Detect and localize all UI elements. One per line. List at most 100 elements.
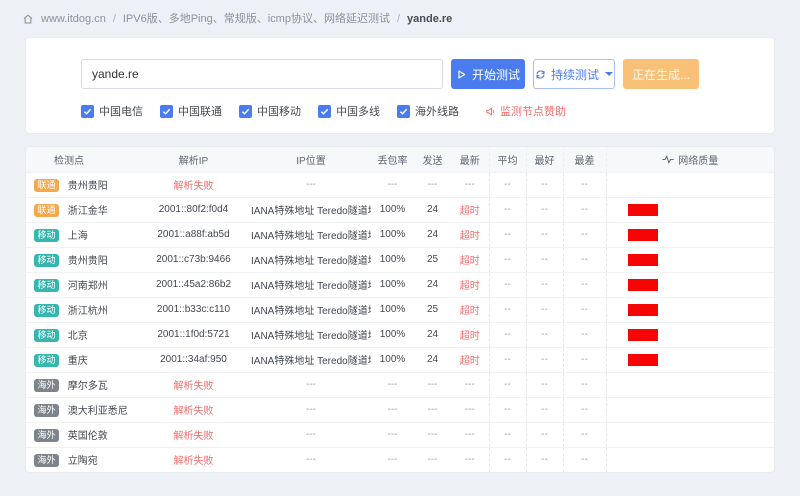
carrier-badge: 移动 [34, 279, 59, 292]
carrier-badge: 移动 [34, 254, 59, 267]
worst-value: -- [563, 197, 606, 222]
checkbox-china-unicom[interactable]: 中国联通 [160, 103, 222, 119]
worst-value: -- [563, 397, 606, 422]
ip-location: --- [251, 372, 371, 397]
resolved-ip: 2001::45a2:86b2 [136, 272, 251, 297]
loss-rate: 100% [371, 297, 414, 322]
best-value: -- [526, 447, 563, 472]
table-row: 联通 贵州贵阳 解析失败 --- --- --- --- -- -- -- [26, 172, 774, 197]
avg-value: -- [489, 247, 526, 272]
ip-location: IANA特殊地址 Teredo隧道地址 [251, 347, 371, 372]
worst-value: -- [563, 172, 606, 197]
checkbox-checked-icon [160, 105, 173, 118]
sent-count: 24 [414, 347, 451, 372]
resolved-ip: 2001::1f0d:5721 [136, 322, 251, 347]
avg-value: -- [489, 172, 526, 197]
avg-value: -- [489, 447, 526, 472]
table-row: 海外 英国伦敦 解析失败 --- --- --- --- -- -- -- [26, 422, 774, 447]
generating-button: 正在生成... [623, 59, 699, 89]
best-value: -- [526, 247, 563, 272]
megaphone-icon [485, 106, 496, 117]
latest-value: --- [451, 397, 489, 422]
checkbox-label: 中国联通 [178, 103, 222, 119]
checkbox-checked-icon [397, 105, 410, 118]
latest-value: --- [451, 372, 489, 397]
breadcrumb-site-link[interactable]: www.itdog.cn [41, 12, 106, 26]
ip-location: --- [251, 447, 371, 472]
avg-value: -- [489, 347, 526, 372]
latest-value: 超时 [451, 272, 489, 297]
checkbox-china-telecom[interactable]: 中国电信 [81, 103, 143, 119]
header-best: 最好 [526, 147, 563, 172]
ip-location: IANA特殊地址 Teredo隧道地址 [251, 322, 371, 347]
resolved-ip: 2001::a88f:ab5d [136, 222, 251, 247]
ip-location: --- [251, 397, 371, 422]
checkbox-label: 中国多线 [336, 103, 380, 119]
test-control-card: 开始测试 持续测试 正在生成... 中国电信 [25, 37, 775, 134]
checkbox-overseas[interactable]: 海外线路 [397, 103, 459, 119]
sent-count: --- [414, 447, 451, 472]
controls-row: 开始测试 持续测试 正在生成... [81, 59, 719, 89]
sent-count: --- [414, 172, 451, 197]
header-sent: 发送 [414, 147, 451, 172]
sent-count: 24 [414, 272, 451, 297]
home-icon [22, 13, 34, 25]
breadcrumb-path: IPV6版、多地Ping、常规版、icmp协议、网络延迟测试 [123, 12, 390, 26]
breadcrumb-separator: / [113, 12, 116, 26]
checkbox-china-mobile[interactable]: 中国移动 [239, 103, 301, 119]
node-name: 英国伦敦 [68, 431, 108, 442]
start-test-label: 开始测试 [472, 66, 520, 83]
carrier-badge: 联通 [34, 179, 59, 192]
loss-rate: 100% [371, 222, 414, 247]
resolved-ip: 解析失败 [136, 172, 251, 197]
node-name: 重庆 [68, 356, 88, 367]
sponsor-label: 监测节点赞助 [500, 103, 566, 119]
loss-rate: --- [371, 397, 414, 422]
worst-value: -- [563, 297, 606, 322]
avg-value: -- [489, 397, 526, 422]
host-input[interactable] [81, 59, 443, 89]
ip-location: --- [251, 172, 371, 197]
continuous-test-button[interactable]: 持续测试 [533, 59, 615, 89]
checkbox-label: 中国电信 [99, 103, 143, 119]
sent-count: 24 [414, 197, 451, 222]
checkbox-china-multiline[interactable]: 中国多线 [318, 103, 380, 119]
quality-bar [628, 254, 658, 266]
node-name: 立陶宛 [68, 456, 98, 467]
table-row: 移动 北京 2001::1f0d:5721 IANA特殊地址 Teredo隧道地… [26, 322, 774, 347]
quality-cell [606, 397, 774, 422]
quality-bar [628, 204, 658, 216]
header-worst: 最差 [563, 147, 606, 172]
best-value: -- [526, 347, 563, 372]
start-test-button[interactable]: 开始测试 [451, 59, 525, 89]
avg-value: -- [489, 422, 526, 447]
header-avg: 平均 [489, 147, 526, 172]
results-table: 检测点 解析IP IP位置 丢包率 发送 最新 平均 最好 最差 网络 [26, 147, 774, 472]
header-network-quality: 网络质量 [606, 147, 774, 172]
latest-value: 超时 [451, 197, 489, 222]
breadcrumb: www.itdog.cn / IPV6版、多地Ping、常规版、icmp协议、网… [0, 0, 800, 26]
resolved-ip: 2001::c73b:9466 [136, 247, 251, 272]
header-network-quality-label: 网络质量 [678, 152, 718, 167]
best-value: -- [526, 272, 563, 297]
play-icon [456, 69, 467, 80]
loss-rate: 100% [371, 247, 414, 272]
quality-cell [606, 197, 774, 222]
header-latest: 最新 [451, 147, 489, 172]
worst-value: -- [563, 222, 606, 247]
quality-cell [606, 247, 774, 272]
worst-value: -- [563, 422, 606, 447]
quality-bar [628, 279, 658, 291]
worst-value: -- [563, 372, 606, 397]
resolved-ip: 解析失败 [136, 422, 251, 447]
checkbox-checked-icon [81, 105, 94, 118]
latest-value: 超时 [451, 347, 489, 372]
quality-cell [606, 347, 774, 372]
loss-rate: --- [371, 172, 414, 197]
loss-rate: 100% [371, 272, 414, 297]
resolved-ip: 2001::b33c:c110 [136, 297, 251, 322]
best-value: -- [526, 172, 563, 197]
latest-value: --- [451, 447, 489, 472]
ip-location: IANA特殊地址 Teredo隧道地址 [251, 297, 371, 322]
sponsor-link[interactable]: 监测节点赞助 [485, 103, 566, 119]
